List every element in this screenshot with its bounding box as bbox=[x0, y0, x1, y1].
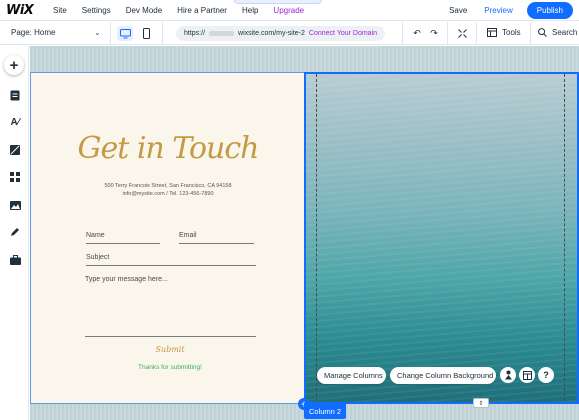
menu-upgrade[interactable]: Upgrade bbox=[273, 6, 304, 15]
email-field[interactable]: Email bbox=[179, 232, 254, 244]
change-column-background-button[interactable]: Change Column Background bbox=[390, 367, 496, 384]
name-field[interactable]: Name bbox=[86, 232, 160, 244]
layout-icon bbox=[522, 370, 532, 380]
editor-topbar: ^ WiX Site Settings Dev Mode Hire a Part… bbox=[0, 0, 579, 21]
menu-site[interactable]: Site bbox=[53, 6, 67, 15]
media-icon[interactable] bbox=[9, 199, 21, 211]
tools-icon bbox=[487, 28, 497, 37]
blog-icon[interactable] bbox=[9, 226, 21, 238]
gridline-left bbox=[316, 74, 317, 402]
help-button[interactable]: ? bbox=[538, 367, 554, 383]
success-message: Thanks for submitting! bbox=[138, 364, 202, 371]
apps-grid-shape bbox=[10, 172, 20, 182]
search-label: Search bbox=[552, 28, 578, 37]
redo-icon[interactable]: ↷ bbox=[428, 27, 440, 39]
redacted-url bbox=[209, 31, 235, 36]
add-elements-button[interactable]: + bbox=[4, 55, 24, 75]
divider bbox=[530, 22, 531, 45]
undo-icon[interactable]: ↶ bbox=[411, 27, 423, 39]
ocean-background bbox=[306, 74, 577, 402]
gridline-right bbox=[564, 74, 565, 402]
manage-columns-button[interactable]: Manage Columns bbox=[317, 367, 386, 384]
double-arrow-icon: ⇕ bbox=[478, 400, 484, 407]
column-1[interactable]: Get in Touch 500 Terry Francois Street, … bbox=[30, 72, 304, 404]
pages-icon[interactable] bbox=[9, 89, 21, 101]
url-prefix: https:// bbox=[184, 30, 206, 37]
search-button[interactable]: Search bbox=[538, 28, 577, 37]
collapse-arrows-icon bbox=[457, 28, 467, 38]
page-selector[interactable]: Page: Home ⌄ bbox=[11, 28, 101, 37]
site-url-bar[interactable]: https:// wixsite.com/my-site-2 Connect Y… bbox=[176, 26, 385, 41]
briefcase-shape bbox=[9, 255, 21, 265]
contact-heading[interactable]: Get in Touch bbox=[31, 131, 305, 166]
menu-hire-partner[interactable]: Hire a Partner bbox=[177, 6, 227, 15]
animation-icon bbox=[504, 370, 512, 380]
pen-shape bbox=[11, 228, 19, 236]
editor-secondbar: Page: Home ⌄ https:// wixsite.com/my-sit… bbox=[0, 22, 579, 45]
animation-button[interactable] bbox=[500, 367, 516, 383]
wix-logo[interactable]: WiX bbox=[6, 3, 46, 18]
contact-address[interactable]: 500 Terry Francois Street, San Francisco… bbox=[31, 182, 305, 198]
contact-line: info@mysite.com / Tel. 123-456-7890 bbox=[122, 191, 214, 197]
zoom-out-icon[interactable] bbox=[456, 27, 468, 39]
chevron-down-icon: ⌄ bbox=[94, 28, 101, 37]
subject-field[interactable]: Subject bbox=[86, 254, 256, 266]
divider bbox=[447, 22, 448, 45]
editor-canvas: Get in Touch 500 Terry Francois Street, … bbox=[30, 46, 579, 420]
background-icon[interactable] bbox=[9, 144, 21, 156]
tools-label: Tools bbox=[502, 28, 521, 37]
tools-button[interactable]: Tools bbox=[487, 28, 521, 37]
menu-help[interactable]: Help bbox=[242, 6, 258, 15]
header-strip bbox=[30, 46, 579, 72]
divider bbox=[402, 22, 403, 45]
image-shape bbox=[9, 200, 21, 210]
url-suffix: wixsite.com/my-site-2 bbox=[238, 30, 305, 37]
menu-dev-mode[interactable]: Dev Mode bbox=[126, 6, 162, 15]
publish-button[interactable]: Publish bbox=[526, 2, 573, 19]
address-line: 500 Terry Francois Street, San Francisco… bbox=[104, 183, 232, 189]
notification-tab[interactable]: ^ bbox=[234, 0, 322, 4]
column-2-label[interactable]: Column 2 bbox=[304, 403, 346, 419]
divider bbox=[110, 22, 111, 45]
connect-domain-link[interactable]: Connect Your Domain bbox=[309, 30, 377, 37]
column-2[interactable]: Manage Columns Change Column Background … bbox=[304, 72, 579, 404]
layout-button[interactable] bbox=[519, 367, 535, 383]
resize-handle[interactable]: ⇕ bbox=[473, 398, 489, 408]
help-icon: ? bbox=[543, 370, 549, 380]
apps-icon[interactable] bbox=[9, 171, 21, 183]
desktop-icon bbox=[119, 28, 131, 38]
preview-button[interactable]: Preview bbox=[484, 6, 512, 15]
page-selector-label: Page: Home bbox=[11, 28, 56, 37]
save-button[interactable]: Save bbox=[449, 6, 467, 15]
left-sidebar: + A∕ bbox=[0, 46, 29, 420]
theme-icon[interactable]: A∕ bbox=[9, 116, 21, 128]
message-field[interactable]: Type your message here... bbox=[85, 276, 256, 337]
divider bbox=[162, 22, 163, 45]
desktop-view-button[interactable] bbox=[117, 26, 133, 41]
bg-shape bbox=[10, 145, 20, 155]
mobile-icon bbox=[142, 28, 150, 39]
search-icon bbox=[538, 28, 547, 37]
submit-button[interactable]: Submit bbox=[31, 345, 309, 354]
mobile-view-button[interactable] bbox=[138, 26, 154, 41]
divider bbox=[476, 22, 477, 45]
page-doc-shape bbox=[10, 90, 20, 100]
business-icon[interactable] bbox=[9, 254, 21, 266]
menu-settings[interactable]: Settings bbox=[82, 6, 111, 15]
caret-up-icon: ^ bbox=[291, 0, 294, 2]
